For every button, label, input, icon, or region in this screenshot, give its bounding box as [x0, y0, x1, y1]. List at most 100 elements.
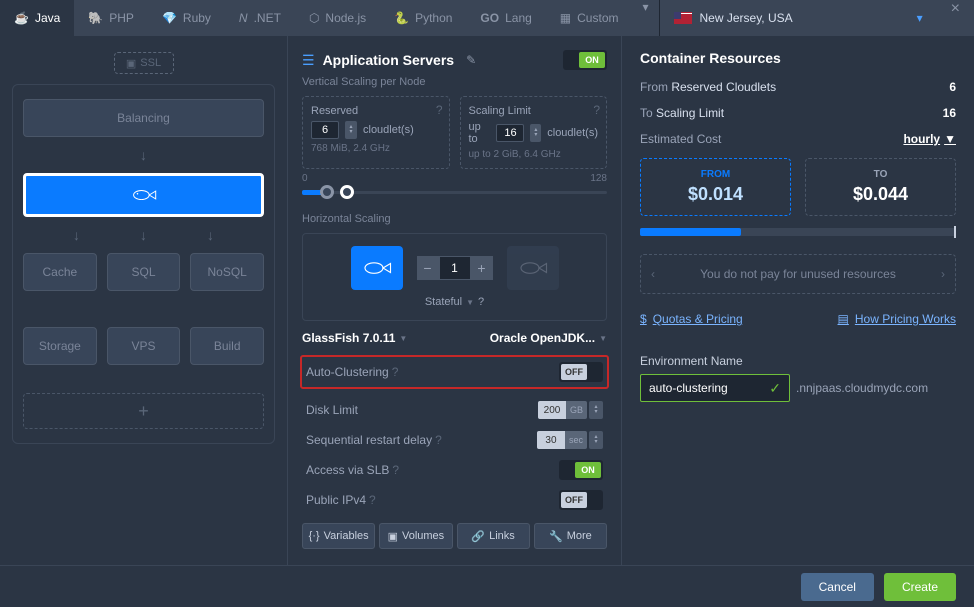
edit-icon[interactable]: ✎: [466, 53, 476, 67]
tab-go[interactable]: GOLang: [466, 0, 545, 36]
more-button[interactable]: 🔧More: [534, 523, 607, 549]
nodejs-icon: ⬡: [309, 11, 319, 25]
price-to-card: TO$0.044: [805, 158, 956, 216]
tab-python[interactable]: 🐍Python: [380, 0, 466, 36]
vps-box[interactable]: VPS: [107, 327, 181, 365]
disk-input[interactable]: [538, 401, 566, 419]
chevron-left-icon[interactable]: ‹: [651, 267, 655, 281]
chevron-right-icon[interactable]: ›: [941, 267, 945, 281]
quotas-link[interactable]: $Quotas & Pricing: [640, 312, 743, 326]
reserved-stepper[interactable]: ▴▾: [345, 121, 357, 139]
seq-input[interactable]: [537, 431, 565, 449]
tab-dotnet[interactable]: N.NET: [225, 0, 295, 36]
braces-icon: {·}: [309, 530, 320, 542]
node-count-input[interactable]: [439, 256, 471, 280]
dollar-icon: $: [640, 312, 647, 326]
slb-toggle[interactable]: ON: [559, 460, 603, 480]
close-button[interactable]: ×: [937, 0, 974, 36]
tab-php[interactable]: 🐘PHP: [74, 0, 148, 36]
slider-thumb-limit[interactable]: [340, 185, 354, 199]
slb-row: Access via SLB? ON: [302, 455, 607, 485]
price-from-card: FROM$0.014: [640, 158, 791, 216]
python-icon: 🐍: [394, 11, 409, 25]
help-icon[interactable]: ?: [436, 103, 443, 117]
env-name-field: ✓: [640, 374, 790, 402]
links-button[interactable]: 🔗Links: [457, 523, 530, 549]
tab-nodejs[interactable]: ⬡Node.js: [295, 0, 380, 36]
create-button[interactable]: Create: [884, 573, 956, 601]
decrement-button[interactable]: −: [417, 256, 439, 280]
php-icon: 🐘: [88, 11, 103, 25]
sql-box[interactable]: SQL: [107, 253, 181, 291]
autocluster-toggle[interactable]: OFF: [559, 362, 603, 382]
resources-title: Container Resources: [640, 50, 956, 66]
build-box[interactable]: Build: [190, 327, 264, 365]
env-name-input[interactable]: [649, 381, 749, 395]
node-active[interactable]: [351, 246, 403, 290]
custom-icon: ▦: [560, 11, 571, 25]
link-icon: 🔗: [471, 530, 485, 543]
pricing-link[interactable]: ▤How Pricing Works: [838, 312, 956, 326]
add-layer-button[interactable]: +: [23, 393, 264, 429]
jdk-dropdown[interactable]: Oracle OpenJDK... ▼: [490, 331, 607, 345]
info-strip: ‹ You do not pay for unused resources ›: [640, 254, 956, 294]
lang-tabs: ☕Java 🐘PHP 💎Ruby N.NET ⬡Node.js 🐍Python …: [0, 0, 974, 36]
slider-thumb-reserved[interactable]: [320, 185, 334, 199]
increment-button[interactable]: +: [471, 256, 493, 280]
region-selector[interactable]: New Jersey, USA ▾: [659, 0, 937, 36]
variables-button[interactable]: {·}Variables: [302, 523, 375, 549]
help-icon[interactable]: ?: [435, 433, 442, 447]
arrow-down-icon: ↓: [140, 227, 147, 243]
disk-stepper[interactable]: ▴▾: [589, 401, 603, 419]
env-label: Environment Name: [640, 354, 956, 368]
tab-ruby[interactable]: 💎Ruby: [148, 0, 225, 36]
usage-bar: [640, 228, 956, 236]
ruby-icon: 💎: [162, 11, 177, 25]
reserved-card: ? Reserved ▴▾ cloudlet(s) 768 MiB, 2.4 G…: [302, 96, 450, 169]
section-title: Application Servers: [323, 52, 455, 68]
node-dim[interactable]: [507, 246, 559, 290]
limit-input[interactable]: [496, 124, 524, 142]
help-icon[interactable]: ?: [392, 463, 399, 477]
folder-icon: ▣: [388, 530, 398, 543]
volumes-button[interactable]: ▣Volumes: [379, 523, 452, 549]
autocluster-row: Auto-Clustering? OFF: [302, 357, 607, 387]
hscaling-label: Horizontal Scaling: [302, 213, 607, 225]
cache-box[interactable]: Cache: [23, 253, 97, 291]
arrow-down-icon: ↓: [73, 227, 80, 243]
help-icon[interactable]: ?: [593, 103, 600, 117]
cloudlet-slider[interactable]: 0128: [302, 185, 607, 199]
stateful-dropdown[interactable]: Stateful ▼ ?: [425, 296, 484, 308]
help-icon[interactable]: ?: [392, 365, 399, 379]
stack-dropdown[interactable]: GlassFish 7.0.11 ▼: [302, 331, 407, 345]
dotnet-icon: N: [239, 11, 248, 25]
arrow-down-icon: ↓: [23, 147, 264, 163]
ipv4-toggle[interactable]: OFF: [559, 490, 603, 510]
hamburger-icon: ☰: [302, 52, 315, 69]
ipv4-row: Public IPv4? OFF: [302, 485, 607, 515]
limit-stepper[interactable]: ▴▾: [530, 124, 541, 142]
ssl-chip[interactable]: ▣SSL: [114, 52, 174, 74]
storage-box[interactable]: Storage: [23, 327, 97, 365]
seq-stepper[interactable]: ▴▾: [589, 431, 603, 449]
reserved-input[interactable]: [311, 121, 339, 139]
us-flag-icon: [674, 12, 692, 24]
doc-icon: ▤: [838, 312, 849, 326]
scaling-limit-card: ? Scaling Limit up to ▴▾ cloudlet(s) up …: [460, 96, 608, 169]
tab-custom[interactable]: ▦Custom: [546, 0, 633, 36]
tabs-overflow[interactable]: ▾: [632, 0, 658, 36]
cost-unit-dropdown[interactable]: hourly ▼: [903, 132, 956, 146]
java-icon: ☕: [14, 11, 29, 25]
nosql-box[interactable]: NoSQL: [190, 253, 264, 291]
help-icon[interactable]: ?: [369, 493, 376, 507]
cancel-button[interactable]: Cancel: [801, 573, 874, 601]
vscaling-label: Vertical Scaling per Node: [302, 76, 607, 88]
disk-row: Disk Limit GB▴▾: [302, 395, 607, 425]
env-domain: .nnjpaas.cloudmydc.com: [796, 381, 928, 395]
tab-java[interactable]: ☕Java: [0, 0, 74, 36]
arrow-down-icon: ↓: [207, 227, 214, 243]
appserver-toggle[interactable]: ON: [563, 50, 607, 70]
go-icon: GO: [480, 11, 499, 25]
balancing-box[interactable]: Balancing: [23, 99, 264, 137]
appserver-box[interactable]: [23, 173, 264, 217]
